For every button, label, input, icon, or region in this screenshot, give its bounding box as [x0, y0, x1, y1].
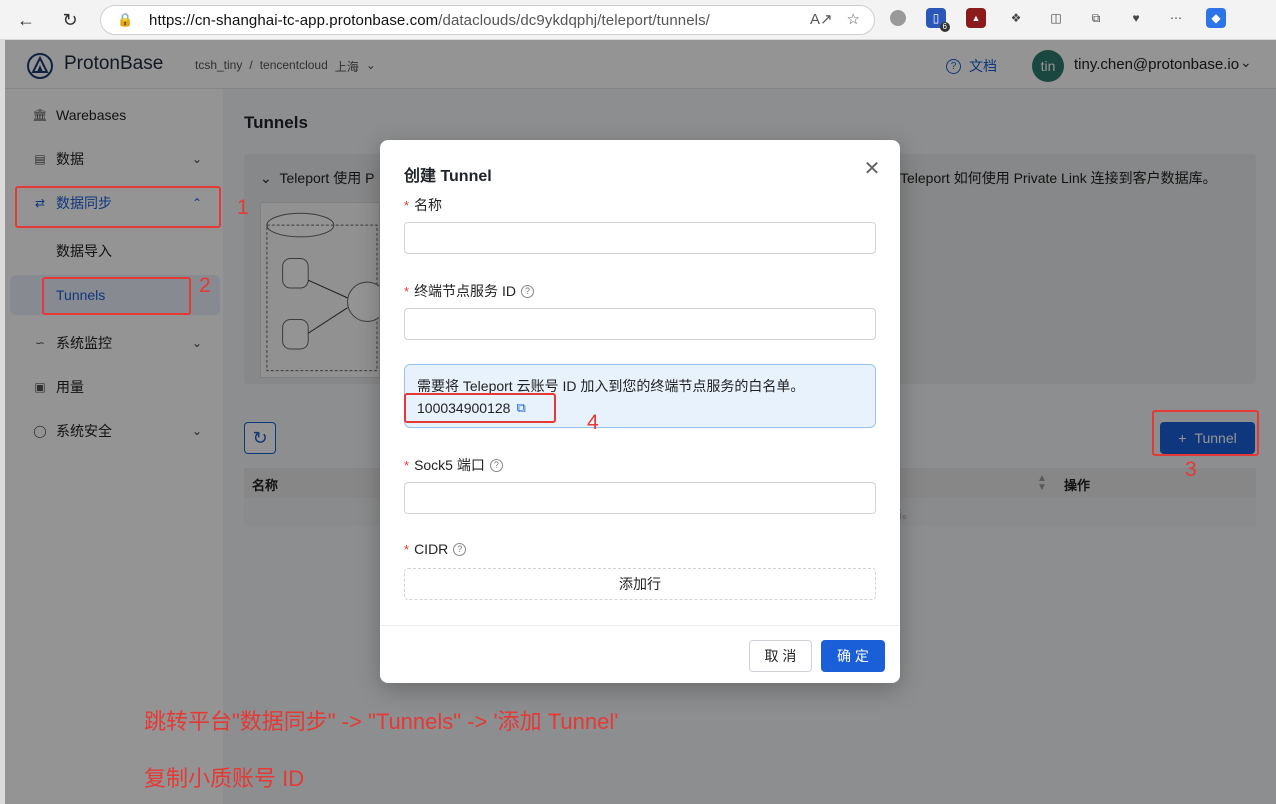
annotation-instruction-2: 复制小质账号 ID	[144, 766, 305, 791]
field-label-sock5: * Sock5 端口 ?	[404, 455, 503, 475]
help-circle-icon[interactable]: ?	[520, 284, 534, 298]
extension-badge: 6	[939, 22, 950, 32]
cancel-button[interactable]: 取 消	[749, 640, 812, 672]
annotation-instruction-1: 跳转平台"数据同步" -> "Tunnels" -> '添加 Tunnel'	[144, 709, 619, 734]
annotation-number-2: 2	[199, 274, 211, 297]
url-path: /dataclouds/dc9ykdqphj/teleport/tunnels/	[438, 11, 710, 29]
required-marker: *	[404, 283, 410, 299]
extensions-puzzle-icon[interactable]: ❖	[1006, 8, 1026, 28]
back-icon[interactable]: ←	[14, 8, 38, 32]
reload-icon[interactable]: ↻	[58, 8, 82, 32]
confirm-button[interactable]: 确 定	[821, 640, 885, 672]
profile-dot-icon[interactable]	[890, 10, 906, 26]
sock5-port-input[interactable]	[404, 482, 876, 514]
performance-icon[interactable]: ♥	[1126, 8, 1146, 28]
url-host: https://cn-shanghai-tc-app.protonbase.co…	[149, 11, 439, 29]
field-label-name: * 名称	[404, 197, 443, 213]
field-label-cidr: * CIDR ?	[404, 541, 467, 557]
dialog-footer-divider	[380, 625, 900, 626]
bitwarden-extension-icon[interactable]: ▯ 6	[926, 8, 950, 32]
help-circle-icon[interactable]: ?	[489, 458, 503, 472]
annotation-box-data-sync	[15, 186, 221, 228]
ublock-extension-icon[interactable]: ▲	[966, 8, 986, 28]
copilot-icon[interactable]: ◆	[1206, 8, 1226, 28]
lock-icon: 🔒	[117, 12, 134, 27]
close-icon[interactable]: ✕	[862, 158, 882, 180]
annotation-number-3: 3	[1185, 458, 1197, 481]
collections-icon[interactable]: ⧉	[1086, 8, 1106, 28]
annotation-number-4: 4	[587, 411, 599, 434]
field-label-endpoint: * 终端节点服务 ID ?	[404, 281, 534, 301]
add-row-button[interactable]: 添加行	[404, 568, 876, 600]
required-marker: *	[404, 457, 410, 473]
split-screen-icon[interactable]: ◫	[1046, 8, 1066, 28]
endpoint-service-id-input[interactable]	[404, 308, 876, 340]
dialog-title: 创建 Tunnel	[404, 168, 492, 185]
annotation-box-add-tunnel	[1152, 410, 1259, 456]
help-circle-icon[interactable]: ?	[453, 542, 467, 556]
annotation-box-account-id	[404, 393, 556, 423]
annotation-number-1: 1	[237, 196, 249, 219]
app-window: ProtonBase tcsh_tiny / tencentcloud 上海 ⌄…	[5, 40, 1276, 804]
favorite-star-icon[interactable]: ☆	[847, 10, 860, 28]
browser-toolbar: ← ↻ 🔒 https://cn-shanghai-tc-app.protonb…	[0, 0, 1276, 40]
required-marker: *	[404, 541, 410, 557]
name-input[interactable]	[404, 222, 876, 254]
annotation-box-tunnels	[42, 277, 191, 315]
required-marker: *	[404, 197, 410, 213]
read-aloud-icon[interactable]: A↗	[810, 10, 833, 28]
more-menu-icon[interactable]: ⋯	[1166, 8, 1186, 28]
address-bar[interactable]: 🔒 https://cn-shanghai-tc-app.protonbase.…	[100, 5, 875, 35]
